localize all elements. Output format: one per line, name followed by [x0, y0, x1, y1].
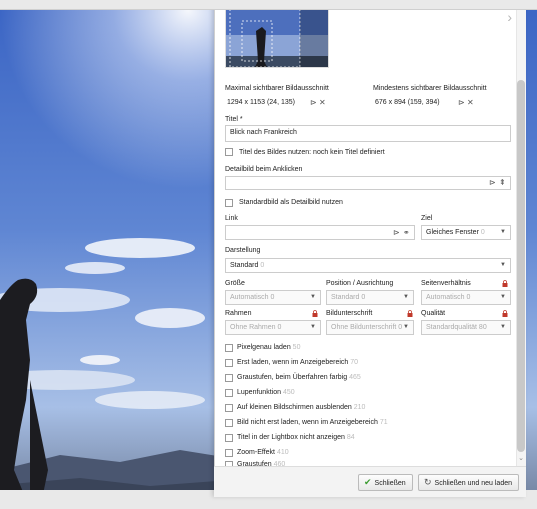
quality-select[interactable]: Standardqualität 80 ▼	[421, 320, 511, 335]
upload-icon[interactable]: ⇞	[499, 178, 506, 188]
ratio-select[interactable]: Automatisch 0 ▼	[421, 290, 511, 305]
image-settings-panel: › Maximal sichtbarer Bildausschnitt 1294…	[214, 0, 526, 497]
chevron-down-icon: ▼	[500, 294, 506, 300]
lock-icon	[312, 310, 318, 317]
max-crop-value: 1294 x 1153 (24, 135)	[227, 99, 295, 106]
link-input[interactable]	[225, 225, 415, 240]
option-checkbox[interactable]	[225, 389, 233, 397]
quality-label: Qualität	[421, 310, 446, 317]
use-title-label: Titel des Bildes nutzen: noch kein Titel…	[239, 149, 385, 156]
option-label: Auf kleinen Bildschirmen ausblenden 210	[237, 404, 366, 411]
lock-icon	[502, 280, 508, 287]
close-reload-button[interactable]: ↻ Schließen und neu laden	[418, 474, 519, 491]
clear-icon[interactable]: ✕	[467, 98, 474, 108]
display-label: Darstellung	[225, 247, 261, 254]
option-label: Erst laden, wenn im Anzeigebereich 70	[237, 359, 359, 366]
thumbnail-image	[226, 1, 328, 67]
image-thumbnail[interactable]	[225, 0, 329, 68]
chevron-right-icon[interactable]: ›	[507, 9, 512, 25]
scrollbar[interactable]: ⌄	[516, 0, 526, 466]
scrollbar-thumb[interactable]	[517, 80, 525, 452]
chevron-down-icon: ▼	[500, 262, 506, 268]
option-checkbox[interactable]	[225, 419, 233, 427]
option-checkbox[interactable]	[225, 449, 233, 457]
min-crop-label: Mindestens sichtbarer Bildausschnitt	[373, 85, 487, 92]
option-checkbox[interactable]	[225, 359, 233, 367]
default-detail-checkbox[interactable]	[225, 199, 233, 207]
detail-image-input[interactable]	[225, 176, 511, 190]
target-select[interactable]: Gleiches Fenster 0 ▼	[421, 225, 511, 240]
caption-select[interactable]: Ohne Bildunterschrift 0 ▼	[326, 320, 414, 335]
chevron-down-icon: ▼	[310, 294, 316, 300]
checkmark-icon: ✔	[364, 477, 372, 487]
position-select[interactable]: Standard 0 ▼	[326, 290, 414, 305]
lock-icon	[407, 310, 413, 317]
frame-select[interactable]: Ohne Rahmen 0 ▼	[225, 320, 321, 335]
panel-footer: ✔ Schließen ↻ Schließen und neu laden	[214, 466, 526, 497]
link-label: Link	[225, 215, 238, 222]
chevron-down-icon: ▼	[500, 324, 506, 330]
use-title-checkbox[interactable]	[225, 148, 233, 156]
link-icon[interactable]: ⚭	[403, 228, 410, 238]
position-label: Position / Ausrichtung	[326, 280, 394, 287]
option-label: Lupenfunktion 450	[237, 389, 295, 396]
min-crop-value: 676 x 894 (159, 394)	[375, 99, 440, 106]
reload-icon: ↻	[424, 477, 432, 487]
option-checkbox[interactable]	[225, 344, 233, 352]
default-detail-label: Standardbild als Detailbild nutzen	[239, 199, 343, 206]
chevron-down-icon: ▼	[403, 294, 409, 300]
display-select[interactable]: Standard 0 ▼	[225, 258, 511, 273]
option-label: Zoom-Effekt 410	[237, 449, 289, 456]
title-label: Titel *	[225, 116, 243, 123]
cursor-icon[interactable]: ⊳	[458, 98, 465, 108]
max-crop-label: Maximal sichtbarer Bildausschnitt	[225, 85, 329, 92]
top-bar	[0, 0, 537, 10]
option-label: Bild nicht erst laden, wenn im Anzeigebe…	[237, 419, 388, 426]
title-input[interactable]: Blick nach Frankreich	[225, 125, 511, 142]
close-button[interactable]: ✔ Schließen	[358, 474, 413, 491]
lock-icon	[502, 310, 508, 317]
option-label: Pixelgenau laden 50	[237, 344, 301, 351]
option-checkbox[interactable]	[225, 404, 233, 412]
cursor-icon[interactable]: ⊳	[489, 178, 496, 188]
size-label: Größe	[225, 280, 245, 287]
cursor-icon[interactable]: ⊳	[393, 228, 400, 238]
chevron-down-icon: ▼	[500, 229, 506, 235]
ratio-label: Seitenverhältnis	[421, 280, 471, 287]
option-label: Graustufen, beim Überfahren farbig 465	[237, 374, 361, 381]
option-checkbox[interactable]	[225, 434, 233, 442]
size-select[interactable]: Automatisch 0 ▼	[225, 290, 321, 305]
option-label: Titel in der Lightbox nicht anzeigen 84	[237, 434, 355, 441]
chevron-down-icon: ▼	[310, 324, 316, 330]
chevron-down-icon[interactable]: ⌄	[518, 455, 524, 462]
detail-image-label: Detailbild beim Anklicken	[225, 166, 303, 173]
cursor-icon[interactable]: ⊳	[310, 98, 317, 108]
option-checkbox[interactable]	[225, 374, 233, 382]
target-label: Ziel	[421, 215, 433, 222]
frame-label: Rahmen	[225, 310, 252, 317]
clear-icon[interactable]: ✕	[319, 98, 326, 108]
chevron-down-icon: ▼	[403, 324, 409, 330]
caption-label: Bildunterschrift	[326, 310, 373, 317]
